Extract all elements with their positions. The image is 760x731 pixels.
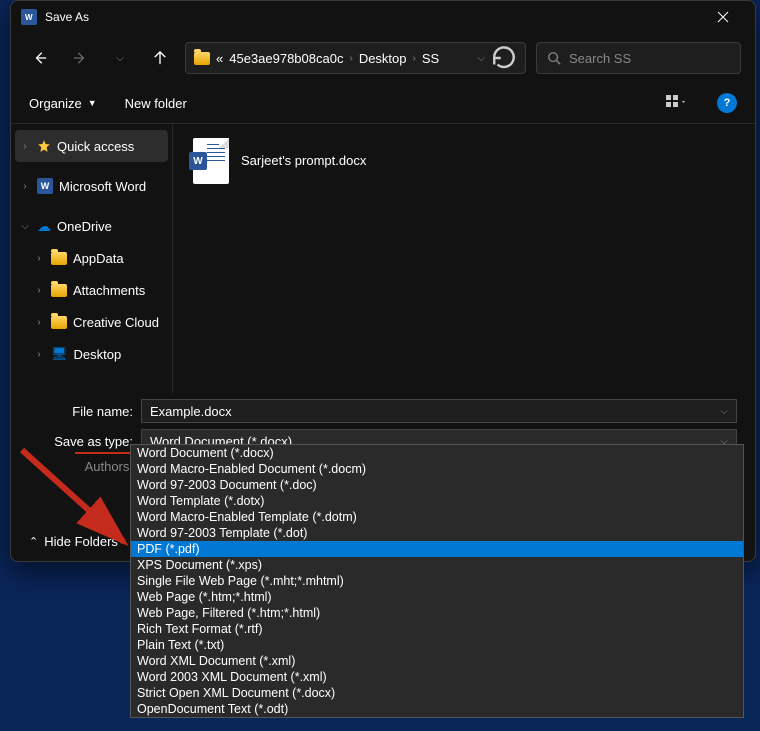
svg-text:W: W [25, 13, 33, 22]
savetype-option[interactable]: Strict Open XML Document (*.docx) [131, 685, 743, 701]
chevron-down-icon[interactable]: ⌵ [720, 406, 728, 417]
file-name[interactable]: Sarjeet's prompt.docx [241, 153, 366, 170]
chevron-right-icon: › [33, 285, 45, 296]
recent-dropdown[interactable]: ⌵ [105, 43, 135, 73]
view-button[interactable] [663, 92, 689, 114]
docx-file-icon[interactable]: W [193, 138, 229, 184]
folder-icon [51, 284, 67, 297]
up-button[interactable] [145, 43, 175, 73]
path-seg[interactable]: SS [422, 51, 439, 66]
sidebar-item-quick-access[interactable]: › Quick access [15, 130, 168, 162]
path-seg[interactable]: 45e3ae978b08ca0c [229, 51, 343, 66]
sidebar: › Quick access › W Microsoft Word ⌵ ☁ On… [11, 124, 173, 393]
sidebar-item-label: Quick access [57, 139, 134, 154]
savetype-option[interactable]: Word Macro-Enabled Template (*.dotm) [131, 509, 743, 525]
sidebar-item-desktop[interactable]: › 🖥 Desktop [15, 338, 168, 370]
search-input[interactable]: Search SS [536, 42, 741, 74]
chevron-right-icon: › [19, 141, 31, 152]
back-button[interactable] [25, 43, 55, 73]
sidebar-item-label: Attachments [73, 283, 145, 298]
titlebar: W Save As [11, 1, 755, 33]
chevron-right-icon: › [33, 317, 45, 328]
chevron-icon: › [413, 53, 416, 64]
sidebar-item-label: Creative Cloud [73, 315, 159, 330]
cloud-icon: ☁ [37, 218, 51, 235]
savetype-option[interactable]: Single File Web Page (*.mht;*.mhtml) [131, 573, 743, 589]
file-list[interactable]: W Sarjeet's prompt.docx [173, 124, 755, 393]
path-bar[interactable]: « 45e3ae978b08ca0c › Desktop › SS ⌵ [185, 42, 526, 74]
desktop-icon: 🖥 [51, 346, 68, 362]
hide-folders-button[interactable]: ⌃ Hide Folders [29, 534, 118, 549]
savetype-option[interactable]: Rich Text Format (*.rtf) [131, 621, 743, 637]
main-area: › Quick access › W Microsoft Word ⌵ ☁ On… [11, 123, 755, 393]
sidebar-item-label: AppData [73, 251, 124, 266]
chevron-up-icon: ⌃ [29, 535, 38, 548]
sidebar-item-word[interactable]: › W Microsoft Word [15, 170, 168, 202]
nav-toolbar: ⌵ « 45e3ae978b08ca0c › Desktop › SS ⌵ Se… [11, 33, 755, 83]
folder-icon [51, 316, 67, 329]
savetype-label: Save as type: [29, 434, 141, 449]
sidebar-item-label: Desktop [74, 347, 122, 362]
sidebar-item-attachments[interactable]: › Attachments [15, 274, 168, 306]
sidebar-item-label: OneDrive [57, 219, 112, 234]
savetype-option[interactable]: Web Page (*.htm;*.html) [131, 589, 743, 605]
savetype-dropdown[interactable]: Word Document (*.docx)Word Macro-Enabled… [130, 444, 744, 718]
sidebar-item-label: Microsoft Word [59, 179, 146, 194]
savetype-option[interactable]: PDF (*.pdf) [131, 541, 743, 557]
path-prefix: « [216, 51, 223, 66]
sidebar-item-onedrive[interactable]: ⌵ ☁ OneDrive [15, 210, 168, 242]
chevron-icon: › [349, 53, 352, 64]
savetype-option[interactable]: XPS Document (*.xps) [131, 557, 743, 573]
folder-icon [51, 252, 67, 265]
savetype-option[interactable]: Word 97-2003 Document (*.doc) [131, 477, 743, 493]
close-button[interactable] [700, 3, 745, 31]
path-seg[interactable]: Desktop [359, 51, 407, 66]
forward-button[interactable] [65, 43, 95, 73]
savetype-option[interactable]: Web Page, Filtered (*.htm;*.html) [131, 605, 743, 621]
star-icon [37, 139, 51, 153]
command-toolbar: Organize ▼ New folder ? [11, 83, 755, 123]
savetype-option[interactable]: Word Template (*.dotx) [131, 493, 743, 509]
savetype-option[interactable]: Word XML Document (*.xml) [131, 653, 743, 669]
chevron-right-icon: › [33, 253, 45, 264]
window-title: Save As [45, 10, 89, 24]
filename-input[interactable]: Example.docx ⌵ [141, 399, 737, 423]
chevron-down-icon: ⌵ [19, 221, 31, 232]
savetype-option[interactable]: OpenDocument Text (*.odt) [131, 701, 743, 717]
savetype-option[interactable]: Plain Text (*.txt) [131, 637, 743, 653]
organize-button[interactable]: Organize ▼ [29, 96, 97, 111]
sidebar-item-appdata[interactable]: › AppData [15, 242, 168, 274]
savetype-option[interactable]: Word 97-2003 Template (*.dot) [131, 525, 743, 541]
word-app-icon: W [21, 9, 37, 25]
search-placeholder: Search SS [569, 51, 631, 66]
authors-label: Authors: [29, 459, 141, 474]
savetype-option[interactable]: Word Macro-Enabled Document (*.docm) [131, 461, 743, 477]
word-icon: W [37, 178, 53, 194]
folder-icon [194, 52, 210, 65]
refresh-button[interactable] [491, 45, 517, 71]
filename-label: File name: [29, 404, 141, 419]
sidebar-item-creative-cloud[interactable]: › Creative Cloud [15, 306, 168, 338]
savetype-option[interactable]: Word Document (*.docx) [131, 445, 743, 461]
chevron-right-icon: › [19, 181, 31, 192]
savetype-option[interactable]: Word 2003 XML Document (*.xml) [131, 669, 743, 685]
help-button[interactable]: ? [717, 93, 737, 113]
chevron-right-icon: › [33, 349, 45, 360]
new-folder-button[interactable]: New folder [125, 96, 187, 111]
path-dropdown-icon[interactable]: ⌵ [477, 53, 485, 64]
